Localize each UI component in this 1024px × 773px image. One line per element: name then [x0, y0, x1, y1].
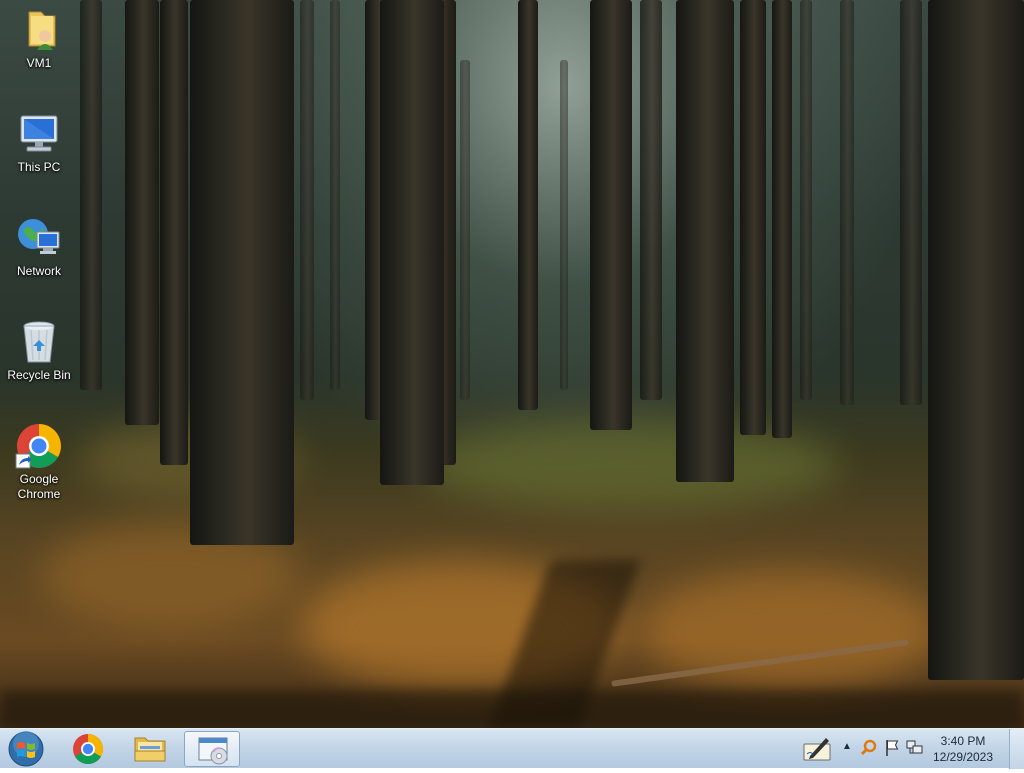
system-tray: ▲ 3:40 PM 12/29/2023 [794, 729, 1024, 769]
wallpaper-tree [676, 0, 734, 482]
wallpaper-tree [590, 0, 632, 430]
show-desktop-button[interactable] [1009, 729, 1024, 769]
desktop-icon-label: Network [16, 264, 61, 278]
search-magnifier-icon [860, 739, 877, 756]
wallpaper-tree [125, 0, 159, 425]
search-button[interactable] [860, 739, 878, 762]
desktop-icon-this-pc[interactable]: This PC [2, 110, 76, 175]
wallpaper-tree [460, 60, 470, 400]
show-hidden-icons-chevron[interactable]: ▲ [842, 741, 852, 752]
wallpaper-tree [518, 0, 538, 410]
desktop-icon-label: Recycle Bin [7, 368, 71, 382]
desktop-icon-google-chrome[interactable]: Google Chrome [2, 422, 76, 502]
wallpaper-tree [160, 0, 188, 465]
taskbar-clock[interactable]: 3:40 PM 12/29/2023 [924, 733, 1002, 765]
wallpaper-tree [330, 0, 340, 390]
app-window-disc-icon [198, 737, 228, 765]
action-center-flag-icon [886, 740, 899, 756]
taskbar: ▲ 3:40 PM 12/29/2023 [0, 728, 1024, 769]
network-icon [15, 214, 63, 262]
wallpaper-tree [800, 0, 812, 400]
computer-icon [15, 110, 63, 158]
wallpaper-tree [772, 0, 792, 438]
wallpaper-tree [560, 60, 568, 390]
taskbar-chrome-button[interactable] [60, 731, 116, 767]
wallpaper-tree [840, 0, 854, 405]
taskbar-active-app-button[interactable] [184, 731, 240, 767]
wallpaper-tree [740, 0, 766, 435]
pen-input-button[interactable] [802, 734, 832, 767]
desktop-icon-network[interactable]: Network [2, 214, 76, 279]
clock-time: 3:40 PM [940, 734, 986, 748]
file-explorer-icon [134, 737, 166, 762]
wallpaper-tree [640, 0, 662, 400]
pen-input-icon [803, 738, 831, 761]
desktop-icon-label: This PC [17, 160, 61, 174]
windows-start-orb-icon [8, 731, 44, 767]
chrome-shortcut-icon [15, 422, 63, 470]
chrome-icon [73, 734, 104, 765]
network-status-icon [906, 740, 923, 754]
desktop-icon-recycle-bin[interactable]: Recycle Bin [2, 318, 76, 383]
start-button[interactable] [6, 731, 46, 767]
wallpaper-ground-shadow [0, 690, 1024, 728]
wallpaper-tree [300, 0, 314, 400]
wallpaper-tree [80, 0, 102, 390]
wallpaper-tree [928, 0, 1024, 680]
recycle-bin-icon [15, 318, 63, 366]
desktop-icon-vm1[interactable]: VM1 [2, 6, 76, 71]
desktop-icon-label: VM1 [26, 56, 52, 70]
network-status-button[interactable] [906, 739, 924, 762]
wallpaper-tree [380, 0, 444, 485]
desktop-icon-label: Google Chrome [17, 472, 61, 501]
user-folder-icon [15, 6, 63, 54]
clock-date: 12/29/2023 [932, 750, 994, 764]
action-center-button[interactable] [884, 739, 900, 762]
wallpaper-tree [190, 0, 294, 545]
desktop-wallpaper[interactable]: VM1 This PC Network Recycle Bin Google C… [0, 0, 1024, 728]
wallpaper-tree [900, 0, 922, 405]
taskbar-file-explorer-button[interactable] [122, 731, 178, 767]
